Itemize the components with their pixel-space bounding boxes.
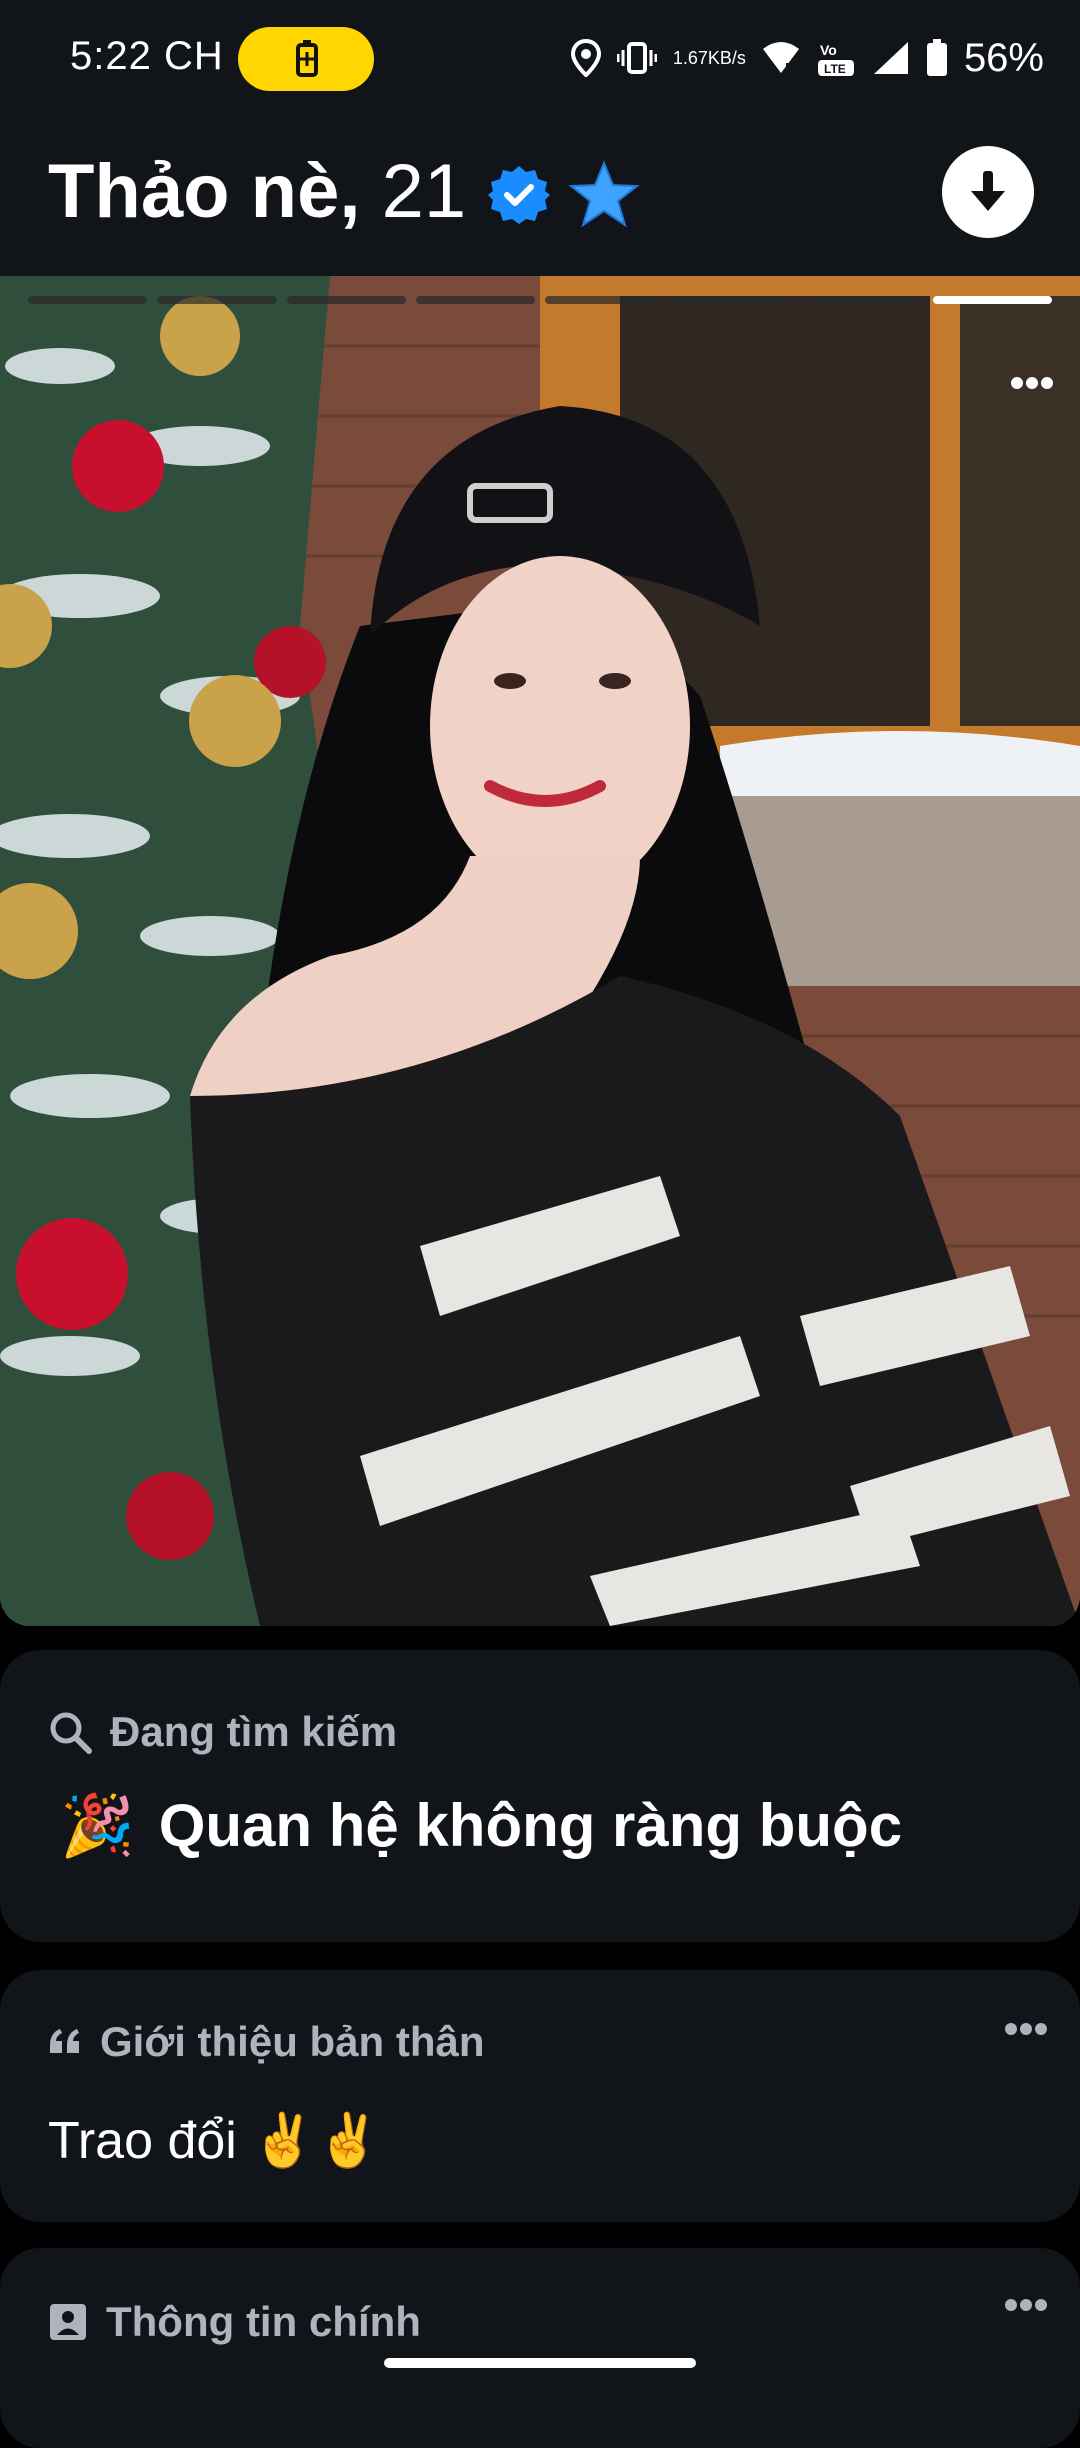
about-me-text: Trao đổi ✌️✌️ — [48, 2112, 381, 2170]
svg-text:Vo: Vo — [820, 42, 837, 58]
photo-progress-segment — [803, 296, 923, 304]
looking-for-text: Quan hệ không ràng buộc — [158, 1792, 903, 1859]
netspeed: 1.67 KB/s — [673, 49, 746, 67]
volte-lte-icon: Vo LTE — [816, 38, 856, 78]
photo-progress-segment-active — [932, 296, 1052, 304]
looking-for-label: Đang tìm kiếm — [110, 1708, 398, 1755]
netspeed-unit: KB/s — [707, 48, 746, 68]
status-icons: 1.67 KB/s Vo LTE 56% — [570, 28, 1044, 88]
about-me-card: Giới thiệu bản thân Trao đổi ✌️✌️ — [0, 1970, 1080, 2222]
star-icon — [568, 160, 640, 235]
location-icon — [570, 39, 601, 77]
profile-age: 21 — [381, 149, 467, 234]
more-horizontal-icon[interactable] — [1010, 376, 1054, 395]
more-horizontal-icon[interactable] — [1004, 2022, 1048, 2041]
more-horizontal-icon[interactable] — [1004, 2298, 1048, 2317]
status-bar: 5:22 CH 1.67 KB/s Vo LTE 56% — [0, 0, 1080, 120]
battery-icon — [926, 39, 948, 77]
profile-photo[interactable] — [0, 276, 1080, 1626]
profile-name: Thảo nè, 21 — [48, 148, 466, 235]
battery-percent: 56% — [963, 35, 1044, 80]
basic-info-label: Thông tin chính — [106, 2298, 421, 2345]
profile-header: Thảo nè, 21 — [0, 120, 1080, 276]
netspeed-value: 1.67 — [672, 48, 708, 68]
battery-saver-icon — [296, 40, 318, 77]
photo-progress-segment — [28, 296, 148, 304]
about-me-label: Giới thiệu bản thân — [100, 2018, 485, 2065]
photo-progress — [28, 296, 1052, 306]
photo-progress-segment — [674, 296, 794, 304]
photo-progress-segment — [157, 296, 277, 304]
photo-progress-segment — [545, 296, 665, 304]
id-card-icon — [50, 2304, 86, 2340]
looking-for-heading: Đang tìm kiếm — [48, 1708, 397, 1756]
download-icon — [971, 171, 1005, 211]
vibrate-icon — [616, 41, 657, 75]
looking-for-card: Đang tìm kiếm 🎉 Quan hệ không ràng buộc — [0, 1650, 1080, 1942]
status-time: 5:22 CH — [70, 34, 224, 78]
quote-icon — [50, 2029, 79, 2053]
wifi-icon — [762, 41, 800, 75]
looking-for-value: 🎉 Quan hệ không ràng buộc — [60, 1790, 902, 1861]
collapse-profile-button[interactable] — [942, 146, 1034, 238]
about-me-heading: Giới thiệu bản thân — [48, 2018, 485, 2066]
basic-info-card: Thông tin chính — [0, 2248, 1080, 2448]
party-popper-icon: 🎉 — [60, 1792, 135, 1859]
basic-info-heading: Thông tin chính — [48, 2298, 421, 2346]
battery-saver-pill[interactable] — [238, 27, 374, 91]
search-icon — [50, 1712, 92, 1754]
photo-progress-segment — [415, 296, 535, 304]
verified-badge-icon — [488, 164, 550, 231]
signal-icon — [872, 40, 910, 76]
home-indicator[interactable] — [384, 2358, 696, 2368]
profile-photo-image — [0, 276, 1080, 1626]
svg-text:LTE: LTE — [824, 62, 846, 76]
photo-progress-segment — [286, 296, 406, 304]
profile-name-text: Thảo nè, — [48, 149, 361, 234]
